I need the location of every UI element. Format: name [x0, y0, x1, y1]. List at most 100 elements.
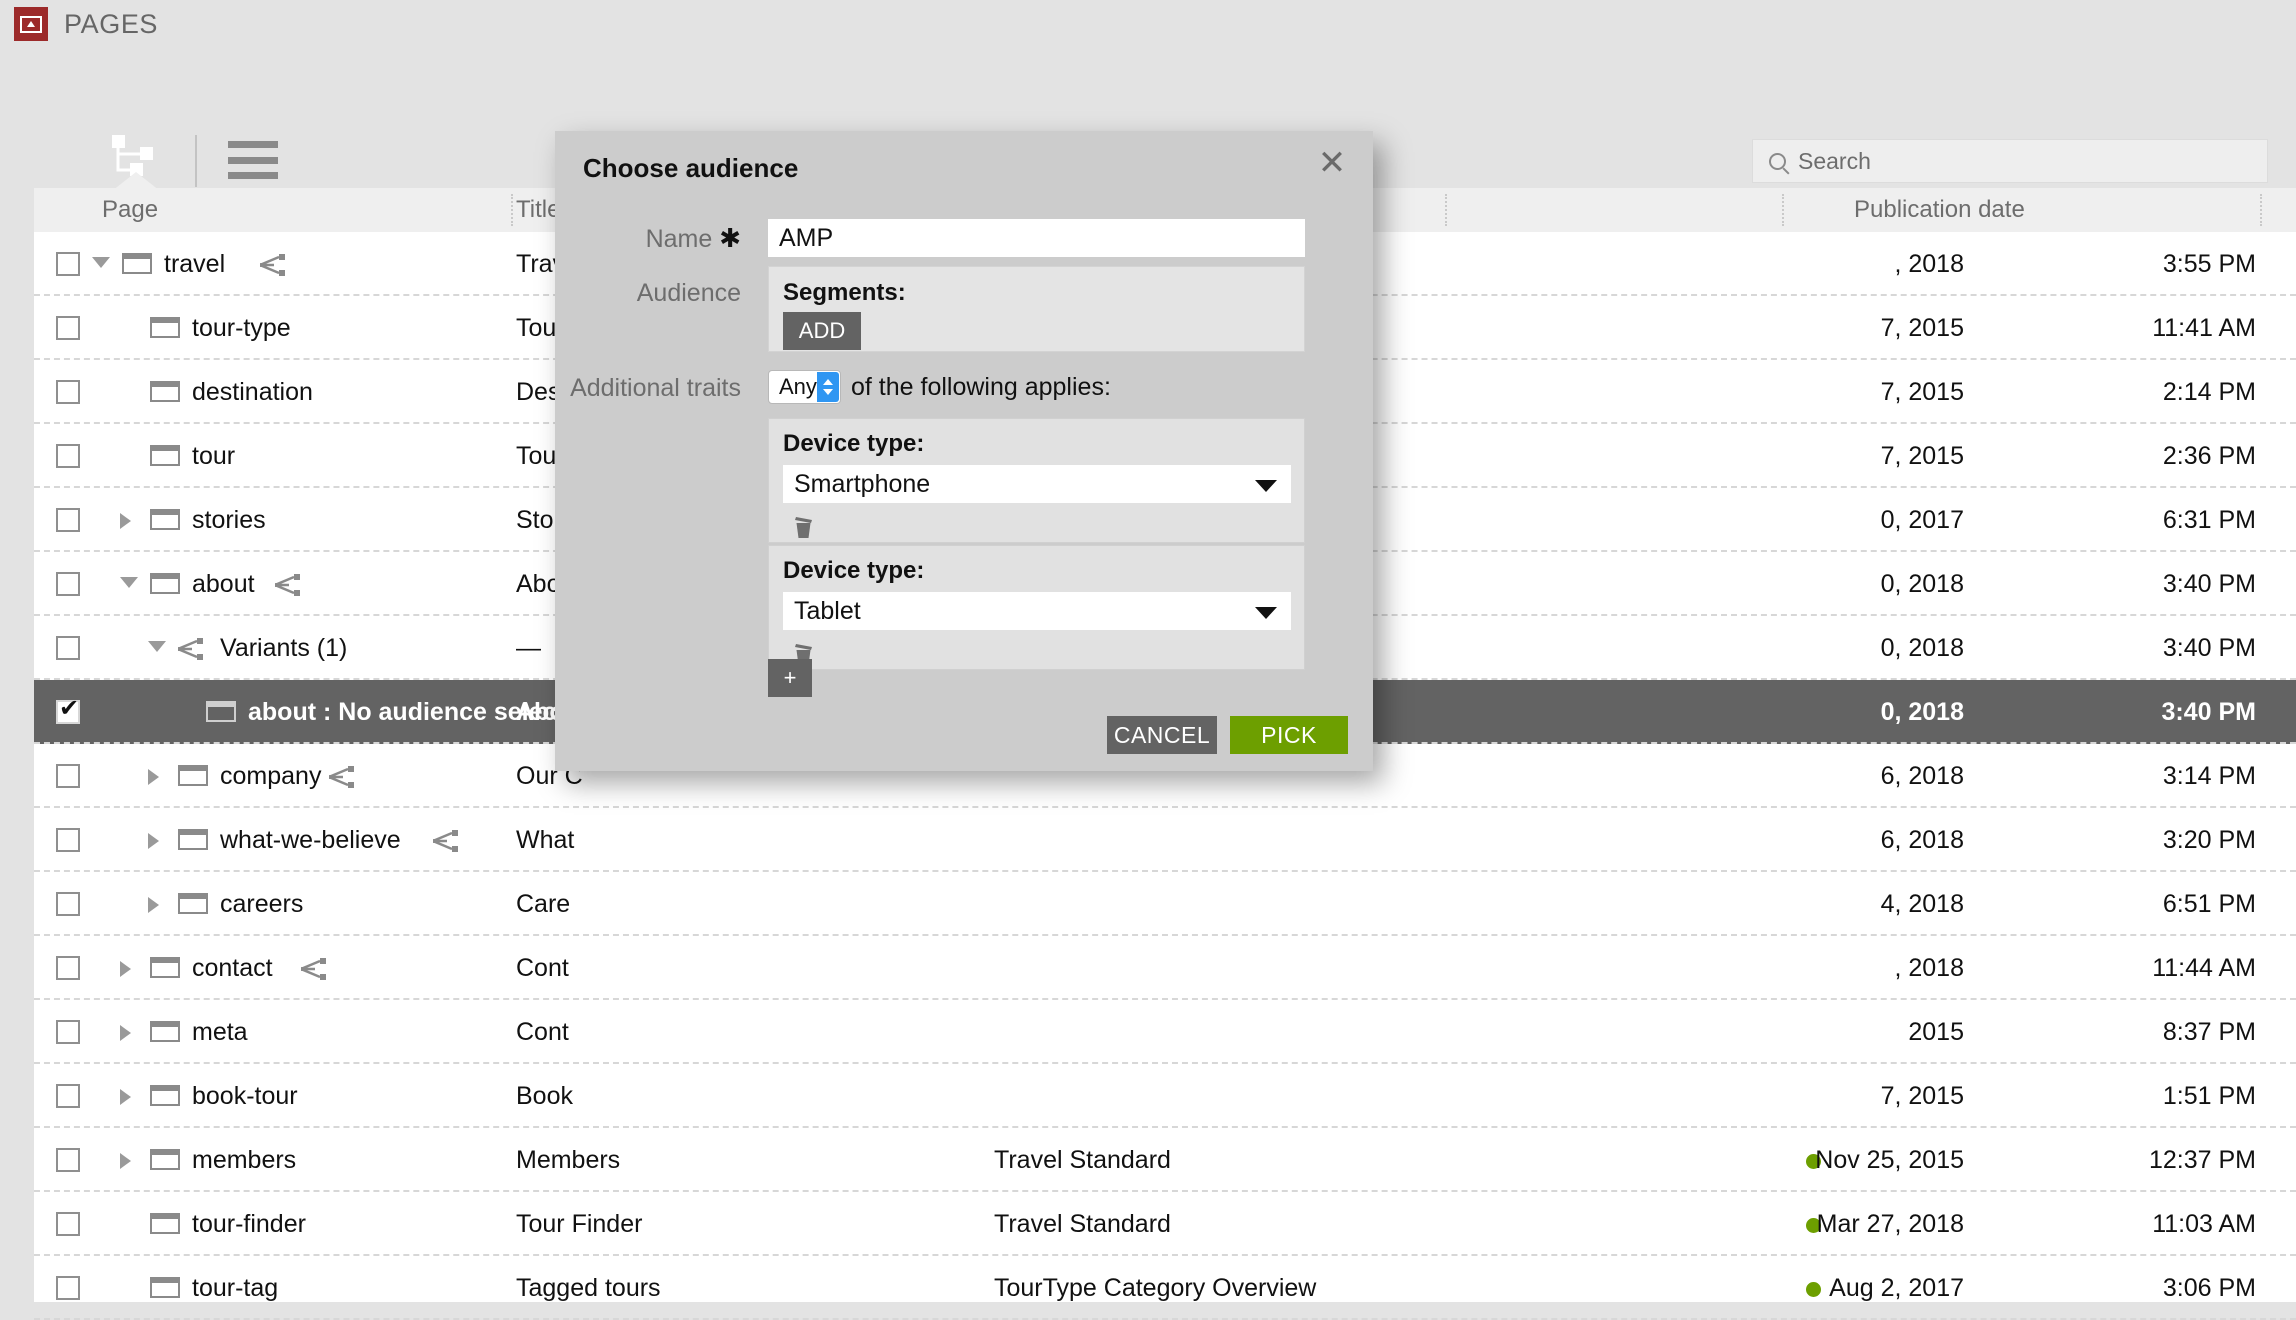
cell-publication-date: , 2018 [1894, 953, 1964, 982]
device-type-select[interactable]: Smartphone [783, 465, 1291, 503]
column-separator[interactable] [1782, 194, 1784, 226]
row-checkbox[interactable] [56, 956, 80, 980]
traits-match-value: Any [779, 374, 817, 399]
chevron-right-icon[interactable] [148, 833, 159, 849]
share-icon[interactable] [259, 254, 286, 276]
chevron-right-icon[interactable] [148, 769, 159, 785]
cell-publication-time: 3:40 PM [2161, 697, 2256, 726]
page-name: travel [164, 249, 226, 278]
chevron-down-icon[interactable] [1255, 480, 1277, 492]
cell-publication-date: 7, 2015 [1880, 313, 1964, 342]
share-icon[interactable] [432, 830, 459, 852]
row-checkbox[interactable] [56, 828, 80, 852]
chevron-down-icon[interactable] [148, 641, 166, 652]
page-icon [150, 1149, 180, 1170]
table-row[interactable]: meta Cont 2015 8:37 PM [34, 1000, 2296, 1064]
cell-publication-date: Mar 27, 2018 [1816, 1209, 1964, 1238]
cell-title: Tour Finder [516, 1209, 643, 1238]
row-checkbox[interactable] [56, 380, 80, 404]
search-input-container[interactable] [1752, 139, 2268, 183]
close-icon[interactable]: ✕ [1315, 146, 1349, 181]
chevron-right-icon[interactable] [120, 1025, 131, 1041]
name-field[interactable] [768, 219, 1305, 257]
trash-icon[interactable] [791, 514, 817, 540]
row-checkbox[interactable] [56, 1020, 80, 1044]
app-logo-icon [14, 7, 48, 41]
trait-card: Device type: Smartphone [768, 418, 1305, 543]
column-header-publication-date[interactable]: Publication date [1854, 188, 2025, 232]
share-icon[interactable] [300, 958, 327, 980]
add-segment-button[interactable]: ADD [783, 312, 861, 350]
row-checkbox[interactable] [56, 252, 80, 276]
cell-publication-time: 12:37 PM [2148, 1145, 2256, 1174]
row-checkbox[interactable] [56, 696, 80, 724]
table-row[interactable]: tour-tag Tagged tours TourType Category Ov… [34, 1256, 2296, 1320]
cell-publication-time: 2:14 PM [2162, 377, 2256, 406]
column-separator[interactable] [1445, 194, 1447, 226]
cell-template: Travel Standard [994, 1209, 1171, 1238]
chevron-right-icon[interactable] [120, 1153, 131, 1169]
cancel-button[interactable]: CANCEL [1107, 716, 1217, 754]
chevron-right-icon[interactable] [120, 1089, 131, 1105]
cell-publication-date: 7, 2015 [1880, 441, 1964, 470]
search-input[interactable] [1798, 147, 2198, 175]
cell-publication-time: 6:31 PM [2162, 505, 2256, 534]
row-checkbox[interactable] [56, 1148, 80, 1172]
chevron-right-icon[interactable] [120, 513, 131, 529]
table-row[interactable]: what-we-believe What 6, 2018 3:20 PM [34, 808, 2296, 872]
cell-publication-date: 2015 [1908, 1017, 1964, 1046]
cell-template [994, 1000, 1344, 1064]
toolbar-divider [195, 135, 197, 187]
share-icon[interactable] [328, 766, 355, 788]
cell-publication-date: Aug 2, 2017 [1829, 1273, 1964, 1302]
row-checkbox[interactable] [56, 316, 80, 340]
page-name: tour-type [192, 313, 291, 342]
column-header-page[interactable]: Page [102, 188, 158, 232]
table-row[interactable]: book-tour Book 7, 2015 1:51 PM [34, 1064, 2296, 1128]
trait-label: Device type: [783, 430, 925, 457]
row-checkbox[interactable] [56, 508, 80, 532]
page-name: tour-tag [192, 1273, 279, 1302]
chevron-down-icon[interactable] [120, 577, 138, 588]
cell-publication-time: 3:40 PM [2162, 569, 2256, 598]
chevron-right-icon[interactable] [148, 897, 159, 913]
cell-publication-date: 7, 2015 [1880, 377, 1964, 406]
add-trait-button[interactable]: + [768, 659, 812, 697]
cell-title: Book [516, 1081, 573, 1110]
page-icon [150, 509, 180, 530]
chevron-down-icon[interactable] [92, 257, 110, 268]
table-row[interactable]: careers Care 4, 2018 6:51 PM [34, 872, 2296, 936]
stepper-arrows-icon[interactable] [817, 372, 839, 402]
cell-publication-time: 11:41 AM [2152, 313, 2256, 342]
cell-publication-date: 7, 2015 [1880, 1081, 1964, 1110]
device-type-select[interactable]: Tablet [783, 592, 1291, 630]
share-icon[interactable] [274, 574, 301, 596]
cell-template: TourType Category Overview [994, 1273, 1317, 1302]
page-name: company [220, 761, 322, 790]
column-separator[interactable] [2260, 194, 2262, 226]
page-icon [122, 253, 152, 274]
chevron-right-icon[interactable] [120, 961, 131, 977]
traits-suffix-text: of the following applies: [851, 372, 1111, 401]
row-checkbox[interactable] [56, 572, 80, 596]
table-row[interactable]: members Members Travel Standard Nov 25, 201… [34, 1128, 2296, 1192]
chevron-down-icon[interactable] [1255, 607, 1277, 619]
column-separator[interactable] [511, 194, 513, 226]
row-checkbox[interactable] [56, 1212, 80, 1236]
row-checkbox[interactable] [56, 1084, 80, 1108]
table-row[interactable]: contact Cont , 2018 11:44 AM [34, 936, 2296, 1000]
row-checkbox[interactable] [56, 444, 80, 468]
row-checkbox[interactable] [56, 1276, 80, 1300]
row-checkbox[interactable] [56, 892, 80, 916]
row-checkbox[interactable] [56, 764, 80, 788]
table-row[interactable]: tour-finder Tour Finder Travel Standard Mar… [34, 1192, 2296, 1256]
page-icon [150, 957, 180, 978]
audience-label: Audience [636, 279, 741, 307]
cell-publication-time: 3:40 PM [2162, 633, 2256, 662]
hamburger-list-icon[interactable] [228, 141, 278, 179]
pick-button[interactable]: PICK [1230, 716, 1348, 754]
traits-match-select[interactable]: Any [768, 370, 841, 404]
page-title: PAGES [64, 8, 159, 39]
column-header-title[interactable]: Title [516, 188, 560, 232]
row-checkbox[interactable] [56, 636, 80, 660]
